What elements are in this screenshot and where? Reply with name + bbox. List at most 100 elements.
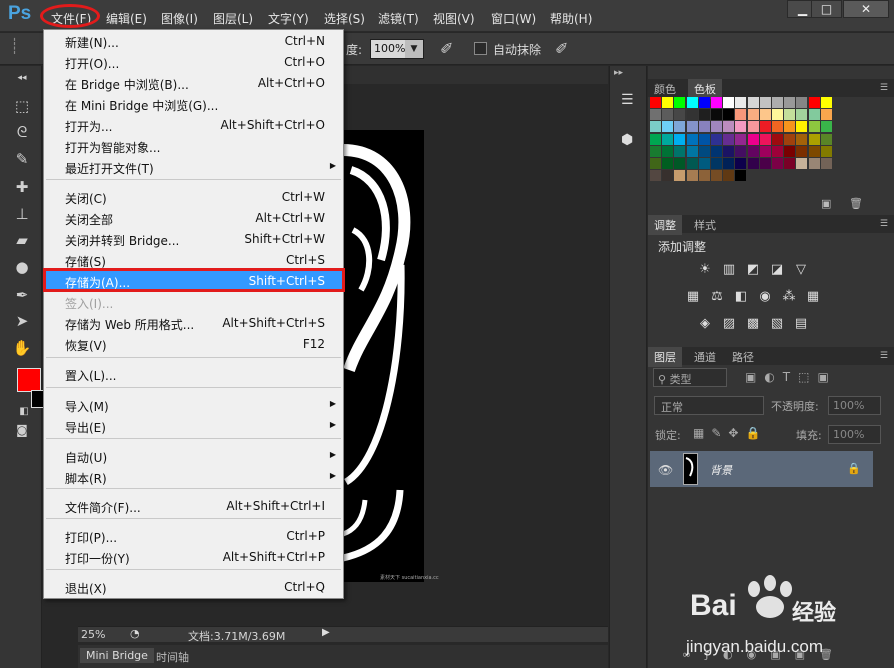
- color-swatch[interactable]: [735, 170, 747, 182]
- file-menu-item[interactable]: 恢复(V) F12: [44, 334, 343, 354]
- layer-opacity-input[interactable]: 100%: [828, 396, 881, 415]
- panel-menu-icon[interactable]: ☰: [880, 351, 888, 361]
- color-swatch[interactable]: [674, 158, 686, 169]
- airbrush-icon[interactable]: ✐: [440, 39, 453, 58]
- color-swatch[interactable]: [723, 158, 735, 169]
- color-swatch[interactable]: [698, 121, 710, 133]
- color-swatch[interactable]: [784, 97, 796, 108]
- color-swatch[interactable]: [820, 121, 832, 133]
- color-balance-icon[interactable]: ⚖: [709, 290, 725, 304]
- color-swatch[interactable]: [820, 133, 832, 145]
- menu-window[interactable]: 窗口(W): [491, 10, 536, 27]
- color-swatch[interactable]: [796, 121, 808, 133]
- color-swatch[interactable]: [796, 158, 808, 169]
- color-swatch[interactable]: [698, 109, 710, 121]
- color-swatch[interactable]: [662, 121, 674, 133]
- status-info-icon[interactable]: ◔: [130, 627, 140, 640]
- color-swatch[interactable]: [735, 145, 747, 157]
- pen-tool-icon[interactable]: ✒: [12, 285, 32, 305]
- color-swatch[interactable]: [650, 109, 661, 121]
- exposure-icon[interactable]: ◪: [769, 263, 785, 277]
- posterize-icon[interactable]: ▨: [721, 317, 737, 331]
- color-swatch[interactable]: [698, 158, 710, 169]
- color-swatch[interactable]: [686, 97, 698, 108]
- color-swatch[interactable]: [686, 158, 698, 169]
- color-swatch[interactable]: [723, 145, 735, 157]
- color-swatch[interactable]: [662, 133, 674, 145]
- tab-mini-bridge[interactable]: Mini Bridge: [80, 648, 154, 663]
- quick-select-tool-icon[interactable]: ✎: [12, 149, 32, 169]
- color-swatch[interactable]: [759, 109, 771, 121]
- opacity-dropdown-icon[interactable]: ▼: [405, 40, 423, 58]
- blur-tool-icon[interactable]: ●: [12, 257, 32, 277]
- color-swatch[interactable]: [759, 145, 771, 157]
- file-menu-item[interactable]: 退出(X) Ctrl+Q: [44, 577, 343, 597]
- file-menu-item[interactable]: 存储为 Web 所用格式... Alt+Shift+Ctrl+S: [44, 313, 343, 333]
- color-swatch[interactable]: [735, 121, 747, 133]
- layer-name[interactable]: 背景: [710, 462, 732, 478]
- file-menu-item[interactable]: 导出(E) ▶: [44, 416, 343, 436]
- invert-icon[interactable]: ◈: [697, 317, 713, 331]
- color-swatch[interactable]: [772, 158, 783, 169]
- color-swatch[interactable]: [808, 133, 820, 145]
- maximize-button[interactable]: □: [811, 0, 842, 18]
- color-swatch[interactable]: [723, 170, 735, 182]
- history-panel-icon[interactable]: ☰: [621, 92, 634, 108]
- color-swatch[interactable]: [662, 145, 674, 157]
- path-select-tool-icon[interactable]: ➤: [12, 311, 32, 331]
- color-swatch[interactable]: [747, 145, 759, 157]
- channel-mixer-icon[interactable]: ⁂: [781, 290, 797, 304]
- file-menu-item[interactable]: 关闭(C) Ctrl+W: [44, 187, 343, 207]
- color-swatch[interactable]: [674, 121, 686, 133]
- color-lookup-icon[interactable]: ▦: [805, 290, 821, 304]
- photo-filter-icon[interactable]: ◉: [757, 290, 773, 304]
- panel-menu-icon[interactable]: ☰: [880, 219, 888, 229]
- color-swatch[interactable]: [650, 145, 661, 157]
- document-canvas[interactable]: [343, 130, 424, 582]
- file-menu-item[interactable]: 打印一份(Y) Alt+Shift+Ctrl+P: [44, 547, 343, 567]
- file-menu-item[interactable]: 文件简介(F)... Alt+Shift+Ctrl+I: [44, 496, 343, 516]
- panel-collapse-icon[interactable]: ◂◂: [12, 68, 32, 88]
- layer-filter-icons[interactable]: ▣◐T⬚▣: [745, 370, 837, 384]
- color-swatch[interactable]: [759, 158, 771, 169]
- status-menu-arrow-icon[interactable]: ▶: [322, 627, 330, 638]
- color-swatch[interactable]: [808, 158, 820, 169]
- vibrance-icon[interactable]: ▽: [793, 263, 809, 277]
- color-swatch[interactable]: [686, 170, 698, 182]
- color-swatch[interactable]: [662, 158, 674, 169]
- color-swatch[interactable]: [650, 158, 661, 169]
- marquee-tool-icon[interactable]: ⬚: [12, 96, 32, 116]
- eraser-tool-icon[interactable]: ▰: [12, 230, 32, 250]
- file-menu-item[interactable]: 在 Mini Bridge 中浏览(G)...: [44, 94, 343, 114]
- file-menu-item[interactable]: 打开为智能对象...: [44, 136, 343, 156]
- file-menu-item[interactable]: 新建(N)... Ctrl+N: [44, 31, 343, 51]
- color-swatch[interactable]: [759, 133, 771, 145]
- color-swatch[interactable]: [662, 170, 674, 182]
- file-menu-item[interactable]: 脚本(R) ▶: [44, 467, 343, 487]
- lasso-tool-icon[interactable]: ᘓ: [12, 122, 32, 142]
- file-menu-item[interactable]: 置入(L)...: [44, 364, 343, 384]
- color-swatch[interactable]: [747, 158, 759, 169]
- color-swatch[interactable]: [772, 109, 783, 121]
- curves-icon[interactable]: ◩: [745, 263, 761, 277]
- fill-input[interactable]: 100%: [828, 425, 881, 444]
- tab-layers[interactable]: 图层: [648, 347, 682, 367]
- color-swatch[interactable]: [796, 145, 808, 157]
- layer-kind-filter[interactable]: ⚲ 类型: [653, 368, 727, 387]
- color-swatch[interactable]: [784, 158, 796, 169]
- color-swatch[interactable]: [820, 158, 832, 169]
- color-swatch[interactable]: [735, 133, 747, 145]
- color-swatch[interactable]: [747, 97, 759, 108]
- stamp-tool-icon[interactable]: ⊥: [12, 204, 32, 224]
- color-swatch[interactable]: [711, 97, 722, 108]
- color-swatch[interactable]: [698, 145, 710, 157]
- color-swatch[interactable]: [747, 109, 759, 121]
- color-swatch[interactable]: [784, 145, 796, 157]
- color-swatch[interactable]: [650, 133, 661, 145]
- color-swatch[interactable]: [711, 170, 722, 182]
- color-swatch[interactable]: [650, 121, 661, 133]
- color-swatch[interactable]: [662, 97, 674, 108]
- gradient-map-icon[interactable]: ▤: [793, 317, 809, 331]
- file-menu-item[interactable]: 打开为... Alt+Shift+Ctrl+O: [44, 115, 343, 135]
- file-menu-item[interactable]: 关闭并转到 Bridge... Shift+Ctrl+W: [44, 229, 343, 249]
